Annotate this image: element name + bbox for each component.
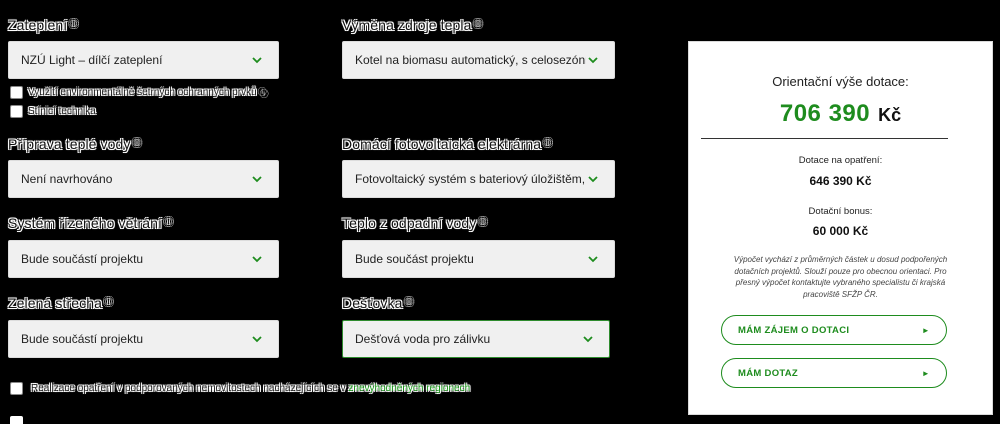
chevron-down-icon	[586, 53, 600, 67]
vetrani-label: Systém řízeného větrání ⓘ	[8, 215, 174, 231]
chevron-down-icon	[581, 332, 595, 346]
strecha-label: Zelená střecha ⓘ	[8, 295, 114, 311]
info-icon[interactable]: ⓘ	[405, 295, 414, 308]
total-amount-currency: Kč	[878, 105, 902, 125]
vyuziti-checkbox[interactable]	[10, 86, 23, 99]
info-icon[interactable]: ⓘ	[543, 136, 552, 149]
chevron-down-icon	[586, 172, 600, 186]
regiony-link[interactable]: znevýhodněných regionech	[348, 383, 470, 394]
chevron-down-icon	[250, 172, 264, 186]
chevron-down-icon	[250, 332, 264, 346]
zatepleni-value: NZÚ Light – dílčí zateplení	[21, 53, 163, 67]
question-button[interactable]: MÁM DOTAZ ►	[721, 358, 947, 388]
priprava-vody-label: Příprava teplé vody ⓘ	[8, 136, 142, 152]
bonus-value: 60 000 Kč	[812, 224, 869, 238]
arrow-right-icon: ►	[921, 368, 930, 378]
vymena-zdroje-value: Kotel na biomasu automatický, s celosezó…	[355, 53, 586, 67]
destovka-value: Dešťová voda pro zálivku	[355, 332, 491, 346]
chevron-down-icon	[250, 252, 264, 266]
odpadni-voda-select[interactable]: Bude součást projektu	[342, 240, 615, 278]
total-amount-value: 706 390	[779, 100, 871, 127]
odpadni-voda-value: Bude součást projektu	[355, 252, 474, 266]
stinici-checkbox[interactable]	[10, 105, 23, 118]
interest-button[interactable]: MÁM ZÁJEM O DOTACI ►	[721, 315, 947, 345]
chevron-down-icon	[586, 252, 600, 266]
strecha-select[interactable]: Bude součástí projektu	[8, 320, 279, 358]
vymena-zdroje-select[interactable]: Kotel na biomasu automatický, s celosezó…	[342, 41, 615, 79]
interest-button-label: MÁM ZÁJEM O DOTACI	[738, 324, 850, 336]
measures-value: 646 390 Kč	[809, 174, 872, 188]
vetrani-value: Bude součástí projektu	[21, 252, 144, 266]
dotace-summary-panel: Orientační výše dotace: 706 390 Kč Dotace…	[688, 41, 993, 415]
destovka-label: Dešťovka ⓘ	[342, 295, 414, 311]
regiony-checkbox-row[interactable]: Realizace opatření v podporovaných nemov…	[10, 382, 470, 395]
vymena-zdroje-label: Výměna zdroje tepla ⓘ	[342, 17, 483, 33]
regiony-checkbox[interactable]	[10, 382, 23, 395]
zatepleni-label: Zateplení ⓘ	[8, 17, 79, 33]
measures-label: Dotace na opatření:	[798, 155, 883, 166]
odpadni-voda-label: Teplo z odpadní vody ⓘ	[342, 215, 488, 231]
vyuziti-checkbox-row[interactable]: Využití environmentálně šetrných ochrann…	[10, 86, 268, 99]
regiony-checkbox-label: Realizace opatření v podporovaných nemov…	[31, 383, 471, 394]
info-icon[interactable]: ⓘ	[164, 215, 173, 228]
strecha-value: Bude součástí projektu	[21, 332, 144, 346]
bonus-label: Dotační bonus:	[808, 206, 873, 217]
arrow-right-icon: ►	[921, 325, 930, 335]
destovka-select[interactable]: Dešťová voda pro zálivku	[342, 320, 610, 358]
disclaimer-note: Výpočet vychází z průměrných částek u do…	[733, 255, 948, 299]
info-icon[interactable]: ⓘ	[474, 17, 483, 30]
next-checkbox-partial[interactable]	[10, 416, 23, 424]
chevron-down-icon	[250, 53, 264, 67]
info-icon[interactable]: ⓘ	[69, 17, 78, 30]
fotovoltaika-label: Domácí fotovoltaická elektrárna ⓘ	[342, 136, 553, 152]
stinici-checkbox-row[interactable]: Stínicí technika	[10, 105, 96, 118]
info-icon[interactable]: ⓘ	[259, 86, 268, 99]
info-icon[interactable]: ⓘ	[104, 295, 113, 308]
priprava-vody-value: Není navrhováno	[21, 172, 113, 186]
stinici-checkbox-label: Stínicí technika	[28, 106, 96, 117]
panel-title: Orientační výše dotace:	[772, 74, 909, 89]
total-amount: 706 390 Kč	[689, 100, 992, 128]
info-icon[interactable]: ⓘ	[478, 215, 487, 228]
vyuziti-checkbox-label: Využití environmentálně šetrných ochrann…	[28, 87, 257, 98]
zatepleni-select[interactable]: NZÚ Light – dílčí zateplení	[8, 41, 279, 79]
vetrani-select[interactable]: Bude součástí projektu	[8, 240, 279, 278]
fotovoltaika-value: Fotovoltaický systém s bateriový úložišt…	[355, 172, 586, 186]
info-icon[interactable]: ⓘ	[133, 136, 142, 149]
panel-divider	[701, 138, 948, 139]
priprava-vody-select[interactable]: Není navrhováno	[8, 160, 279, 198]
fotovoltaika-select[interactable]: Fotovoltaický systém s bateriový úložišt…	[342, 160, 615, 198]
question-button-label: MÁM DOTAZ	[738, 367, 799, 379]
